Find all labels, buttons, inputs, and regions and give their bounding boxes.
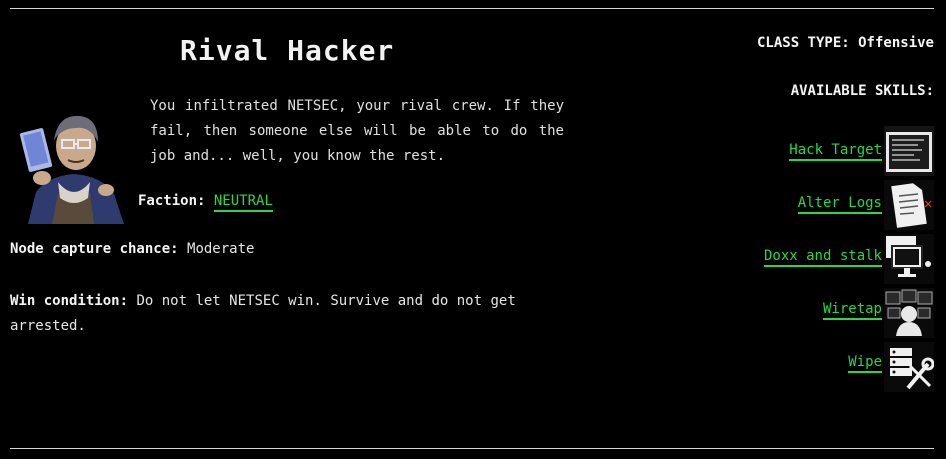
skill-wipe-label[interactable]: Wipe <box>848 354 882 373</box>
server-wrench-icon[interactable] <box>884 342 934 392</box>
skill-wiretap[interactable]: Wiretap <box>822 301 882 320</box>
node-capture-value: Moderate <box>187 241 255 257</box>
skill-alter-logs-label[interactable]: Alter Logs <box>797 195 882 214</box>
hacker-portrait <box>18 102 130 224</box>
win-condition-label: Win condition: <box>10 293 129 309</box>
bottom-divider <box>10 448 934 449</box>
skills-header: AVAILABLE SKILLS: <box>790 83 934 99</box>
monitor-icon[interactable] <box>884 234 934 284</box>
character-description: You infiltrated NETSEC, your rival crew.… <box>150 98 564 164</box>
skill-hack-target-label[interactable]: Hack Target <box>789 142 882 161</box>
win-condition-row: Win condition: Do not let NETSEC win. Su… <box>10 289 550 339</box>
skill-doxx-and-stalk[interactable]: Doxx and stalk <box>763 248 882 267</box>
character-title: Rival Hacker <box>180 34 395 67</box>
faction-row: Faction: NEUTRAL <box>138 193 273 212</box>
close-icon: ✕ <box>924 196 933 212</box>
terminal-screen-icon[interactable] <box>884 126 934 176</box>
wiretap-icon[interactable] <box>884 288 934 338</box>
skill-alter-logs[interactable]: Alter Logs <box>797 195 882 214</box>
faction-label: Faction: <box>138 193 206 209</box>
class-type: CLASS TYPE: Offensive <box>756 35 934 51</box>
faction-value-link[interactable]: NEUTRAL <box>213 193 273 212</box>
skill-doxx-and-stalk-label[interactable]: Doxx and stalk <box>763 248 882 267</box>
skill-wiretap-label[interactable]: Wiretap <box>822 301 882 320</box>
node-capture-label: Node capture chance: <box>10 241 179 257</box>
skill-hack-target[interactable]: Hack Target <box>789 142 882 161</box>
top-divider <box>10 8 934 9</box>
node-capture-row: Node capture chance: Moderate <box>10 241 254 257</box>
skill-wipe[interactable]: Wipe <box>848 354 882 373</box>
